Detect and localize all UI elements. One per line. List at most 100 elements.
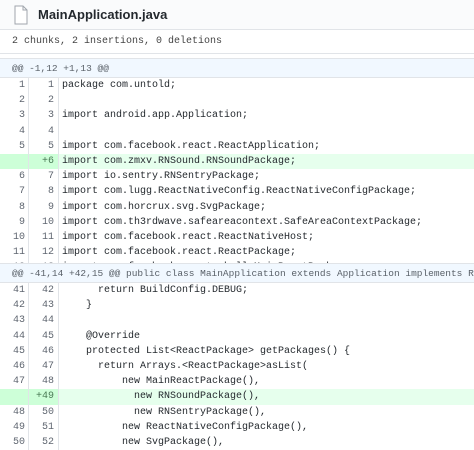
diff-line: 10 11 import com.facebook.react.ReactNativ… [0,229,474,246]
new-line-number[interactable]: 43 [29,298,54,313]
code-line: import com.lugg.ReactNativeConfig.ReactN… [62,186,417,198]
old-line-number[interactable]: 8 [0,200,25,215]
gutter-divider [58,245,59,261]
new-line-number[interactable]: 47 [29,359,54,374]
old-line-number[interactable]: 47 [0,374,25,389]
diff-line: 42 43 } [0,298,474,314]
code-line: new ReactNativeConfigPackage(), [62,421,309,433]
new-line-number[interactable]: 48 [29,374,54,389]
code-line: protected List<ReactPackage> getPackages… [62,345,351,357]
old-line-number[interactable]: 44 [0,329,25,344]
gutter-divider [58,283,59,299]
gutter-divider [58,434,59,450]
gutter-divider [58,108,59,124]
old-line-number[interactable]: 48 [0,405,25,420]
diff-line: 41 42 return BuildConfig.DEBUG; [0,283,474,299]
old-line-number[interactable]: 1 [0,78,25,93]
new-line-number[interactable]: 52 [29,435,54,450]
old-line-number[interactable]: 41 [0,283,25,298]
diff-line: 8 9 import com.horcrux.svg.SvgPackage; [0,199,474,215]
hunk-body: 1 1 package com.untold; 2 2 3 3 import android.… [0,78,474,276]
diff-stats: 2 chunks, 2 insertions, 0 deletions [0,30,474,54]
new-line-number[interactable]: 45 [29,329,54,344]
code-line: import com.facebook.react.ReactApplicati… [62,140,321,152]
new-line-number[interactable]: 1 [29,78,54,93]
gutter-divider [58,358,59,375]
code-line: new RNSentryPackage(), [62,406,267,418]
old-line-number[interactable]: 10 [0,230,25,245]
diff-line: 48 50 new RNSentryPackage(), [0,404,474,420]
code-line: import io.sentry.RNSentryPackage; [62,171,261,183]
old-line-number[interactable]: 4 [0,124,25,139]
gutter-divider [58,374,59,390]
code-line: new MainReactPackage(), [62,376,261,388]
gutter-divider [58,153,59,170]
diff-line-added: +6 import com.zmxv.RNSound.RNSoundPackage… [0,153,474,170]
gutter-divider [58,123,59,139]
diff-line: 47 48 new MainReactPackage(), [0,374,474,390]
file-header: MainApplication.java [0,0,474,30]
gutter-divider [58,343,59,359]
code-line: new RNSoundPackage(), [62,391,261,403]
old-line-number[interactable]: 2 [0,93,25,108]
gutter-divider [58,93,59,109]
diff-line: 3 3 import android.app.Application; [0,108,474,124]
old-line-number[interactable]: 50 [0,435,25,450]
new-line-number[interactable]: 44 [29,313,54,328]
new-line-number[interactable]: 42 [29,283,54,298]
gutter-divider [58,313,59,329]
new-line-number[interactable]: 50 [29,405,54,420]
new-line-number[interactable]: +6 [29,154,54,169]
new-line-number[interactable]: 9 [29,200,54,215]
diff-line: 1 1 package com.untold; [0,78,474,94]
code-line: import com.th3rdwave.safeareacontext.Saf… [62,216,423,228]
code-line: import com.zmxv.RNSound.RNSoundPackage; [62,155,297,167]
file-name[interactable]: MainApplication.java [38,7,167,22]
code-line: new SvgPackage(), [62,436,225,448]
old-line-number[interactable]: 49 [0,420,25,435]
diff-line: 46 47 return Arrays.<ReactPackage>asList( [0,358,474,375]
new-line-number[interactable]: 8 [29,184,54,199]
old-line-number[interactable]: 11 [0,245,25,260]
code-line: package com.untold; [62,80,177,91]
gutter-divider [58,229,59,246]
new-line-number[interactable]: 12 [29,245,54,260]
new-line-number[interactable]: 11 [29,230,54,245]
new-line-number[interactable]: 5 [29,139,54,154]
code-line: import com.facebook.react.ReactNativeHos… [62,231,315,243]
new-line-number[interactable]: 2 [29,93,54,108]
old-line-number[interactable]: 7 [0,184,25,199]
old-line-number[interactable]: 45 [0,344,25,359]
gutter-divider [58,214,59,230]
hunk-header: @@ -41,14 +42,15 @@ public class MainApp… [0,263,474,283]
old-line-number[interactable]: 3 [0,108,25,123]
diff-line: 7 8 import com.lugg.ReactNativeConfig.Reac… [0,184,474,200]
new-line-number[interactable]: 3 [29,108,54,123]
old-line-number[interactable]: 9 [0,215,25,230]
new-line-number[interactable]: 7 [29,169,54,184]
old-line-number[interactable]: 46 [0,359,25,374]
old-line-number[interactable]: 42 [0,298,25,313]
gutter-divider [58,419,59,435]
diff-line: 44 [0,123,474,139]
hunk-header: @@ -1,12 +1,13 @@ [0,58,474,78]
code-line: } [62,300,93,312]
hunk-body: 41 42 return BuildConfig.DEBUG; 42 43 } 43 44… [0,283,474,450]
old-line-number[interactable]: 5 [0,139,25,154]
gutter-divider [58,78,59,94]
gutter-divider [58,138,59,154]
new-line-number[interactable]: 10 [29,215,54,230]
gutter-divider [58,298,59,314]
old-line-number[interactable]: 6 [0,169,25,184]
new-line-number[interactable]: 46 [29,344,54,359]
code-line: @Override [62,330,141,342]
old-line-number[interactable]: 43 [0,313,25,328]
new-line-number[interactable]: 4 [29,124,54,139]
new-line-number[interactable]: +49 [29,389,54,404]
gutter-divider [58,389,59,405]
gutter-divider [58,199,59,215]
diff-line-added: +49 new RNSoundPackage(), [0,389,474,405]
diff-line: 43 44 [0,313,474,329]
code-line: return BuildConfig.DEBUG; [62,285,249,296]
new-line-number[interactable]: 51 [29,420,54,435]
